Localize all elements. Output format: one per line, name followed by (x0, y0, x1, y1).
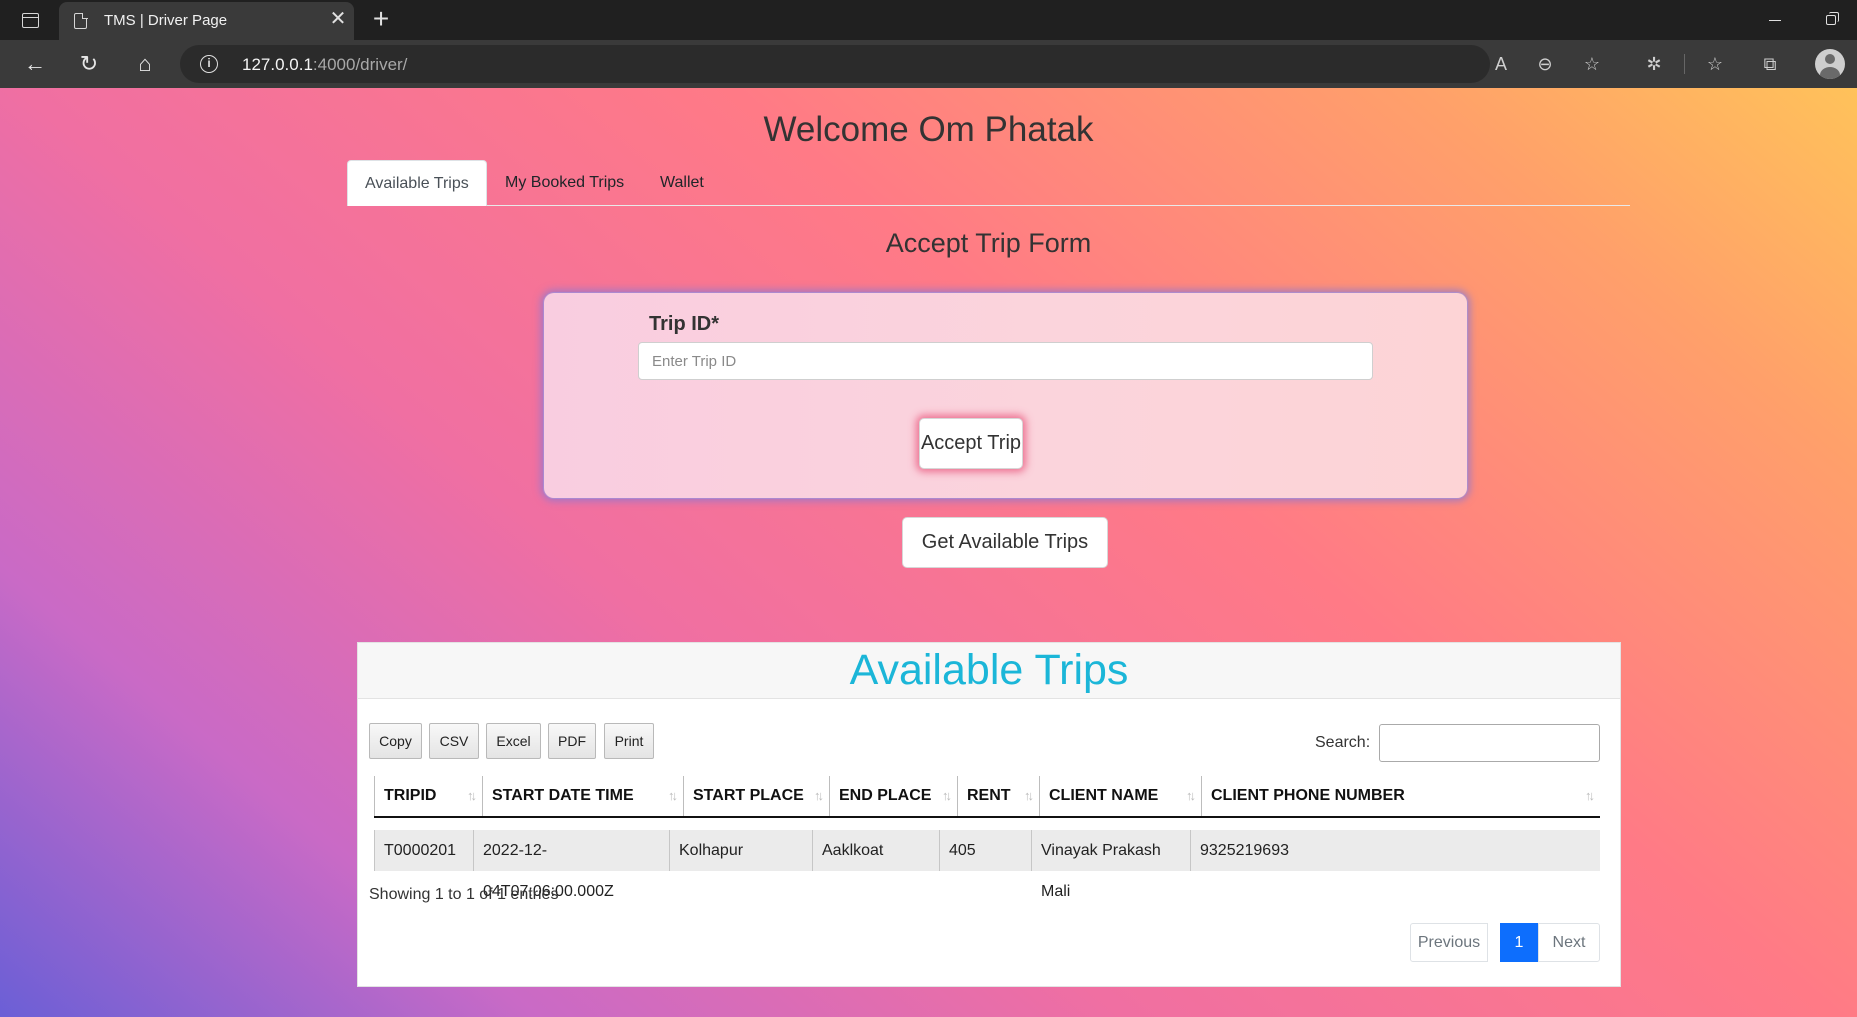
cell-client-name: Vinayak Prakash Mali (1031, 830, 1190, 900)
address-bar[interactable]: i 127.0.0.1:4000/driver/ (180, 45, 1490, 83)
table-info: Showing 1 to 1 of 1 entries (369, 886, 559, 903)
cell-end-place: Aaklkoat (812, 830, 939, 871)
restore-window-icon[interactable] (1826, 12, 1840, 26)
sort-icon: ↑↓ (1024, 788, 1034, 803)
print-button[interactable]: Print (604, 723, 654, 759)
copy-button[interactable]: Copy (369, 723, 422, 759)
page-content: Welcome Om Phatak Available Trips My Boo… (0, 88, 1857, 1017)
welcome-heading: Welcome Om Phatak (763, 110, 1094, 149)
column-header-start-place[interactable]: START PLACE ↑↓ (683, 776, 829, 816)
sort-icon: ↑↓ (1186, 788, 1196, 803)
column-header-end-place[interactable]: END PLACE ↑↓ (829, 776, 957, 816)
nav-tabs: Available Trips My Booked Trips Wallet (347, 160, 1630, 206)
page-1-button[interactable]: 1 (1500, 923, 1538, 962)
collections-icon[interactable]: ⧉ (1757, 52, 1783, 76)
cell-start-place: Kolhapur (669, 830, 812, 871)
previous-page-button[interactable]: Previous (1410, 923, 1488, 962)
table-row[interactable]: T0000201 2022-12-04T07:06:00.000Z Kolhap… (374, 830, 1600, 900)
table-header: TRIPID ↑↓ START DATE TIME ↑↓ START PLACE ↑↓… (374, 776, 1600, 818)
cell-start-date-time: 2022-12-04T07:06:00.000Z (473, 830, 669, 900)
minimize-window-icon[interactable] (1763, 10, 1787, 30)
extensions-icon[interactable]: ✲ (1641, 52, 1667, 76)
home-icon[interactable]: ⌂ (128, 48, 162, 80)
column-header-tripid[interactable]: TRIPID ↑↓ (374, 776, 482, 816)
reload-icon[interactable]: ↻ (72, 48, 106, 80)
sort-icon: ↑↓ (814, 788, 824, 803)
sort-icon: ↑↓ (1585, 788, 1595, 803)
sort-icon: ↑↓ (467, 788, 477, 803)
cell-tripid: T0000201 (374, 830, 473, 871)
browser-tab-strip: TMS | Driver Page ✕ + (0, 0, 1857, 40)
url-text[interactable]: 127.0.0.1:4000/driver/ (242, 55, 407, 75)
add-favorite-icon[interactable]: ☆ (1579, 52, 1605, 76)
excel-button[interactable]: Excel (486, 723, 541, 759)
zoom-out-icon[interactable]: ⊖ (1532, 52, 1558, 76)
csv-button[interactable]: CSV (429, 723, 479, 759)
favorites-icon[interactable]: ☆ (1702, 52, 1728, 76)
profile-avatar[interactable] (1815, 49, 1845, 79)
column-header-client-name[interactable]: CLIENT NAME ↑↓ (1039, 776, 1201, 816)
form-heading: Accept Trip Form (885, 228, 1092, 258)
search-label: Search: (1315, 734, 1371, 751)
column-header-client-phone[interactable]: CLIENT PHONE NUMBER ↑↓ (1201, 776, 1600, 816)
read-aloud-icon[interactable]: A (1488, 52, 1514, 76)
tab-wallet[interactable]: Wallet (643, 160, 721, 206)
address-toolbar: ← ↻ ⌂ i 127.0.0.1:4000/driver/ A ⊖ ☆ ✲ ☆… (0, 40, 1857, 88)
accept-trip-form: Trip ID* Accept Trip (544, 293, 1467, 498)
next-page-button[interactable]: Next (1538, 923, 1600, 962)
browser-tab[interactable]: TMS | Driver Page ✕ (59, 2, 354, 40)
tab-available-trips[interactable]: Available Trips (347, 160, 487, 206)
cell-client-phone: 9325219693 (1190, 830, 1600, 871)
accept-trip-button[interactable]: Accept Trip (919, 418, 1023, 469)
sidebar-toggle-icon[interactable] (14, 8, 46, 32)
page-icon (74, 12, 88, 29)
search-input[interactable] (1379, 724, 1600, 762)
tab-title: TMS | Driver Page (104, 12, 228, 29)
pdf-button[interactable]: PDF (548, 723, 596, 759)
close-tab-icon[interactable]: ✕ (327, 8, 349, 30)
panel-title: Available Trips (358, 643, 1620, 699)
available-trips-panel: Available Trips Copy CSV Excel PDF Print… (357, 642, 1621, 987)
sort-icon: ↑↓ (942, 788, 952, 803)
cell-rent: 405 (939, 830, 1031, 871)
get-available-trips-button[interactable]: Get Available Trips (902, 517, 1108, 568)
sort-icon: ↑↓ (668, 788, 678, 803)
back-icon[interactable]: ← (18, 48, 52, 80)
column-header-rent[interactable]: RENT ↑↓ (957, 776, 1039, 816)
column-header-start-date-time[interactable]: START DATE TIME ↑↓ (482, 776, 683, 816)
trip-id-label: Trip ID* (649, 313, 720, 335)
tab-my-booked-trips[interactable]: My Booked Trips (488, 160, 641, 206)
new-tab-icon[interactable]: + (366, 4, 396, 34)
site-info-icon[interactable]: i (200, 55, 218, 73)
toolbar-divider (1684, 54, 1685, 74)
trip-id-input[interactable] (638, 342, 1373, 380)
